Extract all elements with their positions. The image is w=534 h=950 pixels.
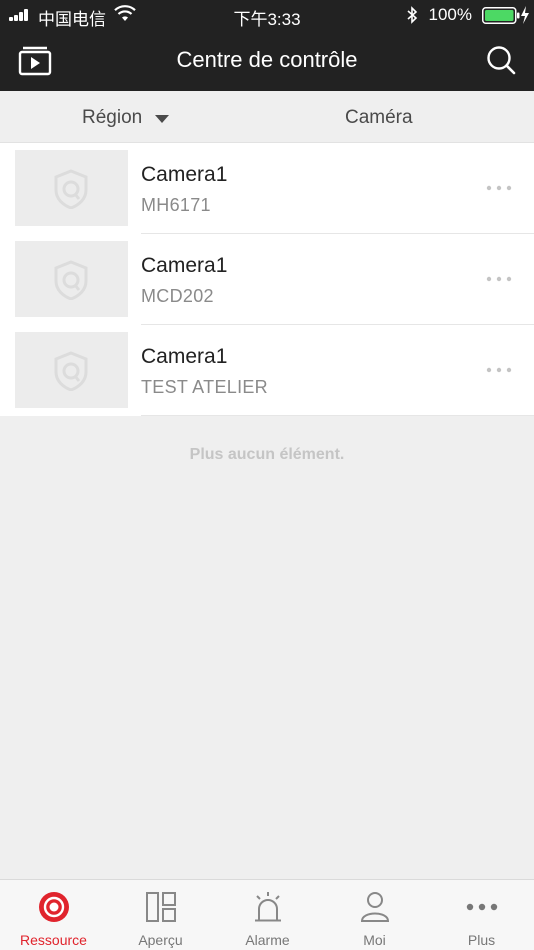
more-options-icon[interactable] (486, 363, 512, 377)
tab-plus[interactable]: Plus (428, 880, 534, 950)
device-name: Camera1 (141, 345, 228, 368)
apercu-icon (145, 892, 176, 922)
tab-moi[interactable]: Moi (321, 880, 428, 950)
charging-icon (521, 6, 529, 24)
device-thumbnail[interactable] (15, 150, 128, 226)
device-model: MCD202 (141, 286, 214, 306)
caret-down-icon[interactable] (155, 115, 169, 123)
tab-alarme[interactable]: Alarme (214, 880, 321, 950)
alarm-icon (254, 892, 281, 922)
divider (141, 415, 534, 416)
bluetooth-icon (407, 6, 418, 24)
filter-bar: Région Caméra (0, 91, 534, 143)
camera-filter[interactable]: Caméra (345, 107, 413, 129)
tab-label: Plus (467, 932, 496, 948)
tab-bar: Ressource Aperçu Alarme Moi Plus (0, 879, 534, 950)
ressource-icon (38, 892, 69, 922)
battery-icon (482, 7, 520, 24)
shield-icon (54, 260, 88, 300)
tab-label: Ressource (20, 932, 87, 948)
tab-label: Alarme (245, 932, 290, 948)
tab-apercu[interactable]: Aperçu (107, 880, 214, 950)
device-thumbnail[interactable] (15, 332, 128, 408)
empty-list-message: Plus aucun élément. (189, 446, 345, 463)
status-bar: 中国电信 下午3:33 100% (0, 0, 534, 30)
user-icon (360, 892, 389, 922)
tab-label: Moi (363, 932, 386, 948)
battery-percent: 100% (428, 5, 472, 24)
more-options-icon[interactable] (486, 272, 512, 286)
device-name: Camera1 (141, 163, 228, 186)
region-filter[interactable]: Région (82, 107, 142, 129)
device-thumbnail[interactable] (15, 241, 128, 317)
device-model: TEST ATELIER (141, 377, 268, 397)
device-row[interactable]: Camera1 TEST ATELIER (0, 325, 534, 416)
tab-label: Aperçu (138, 932, 183, 948)
device-row[interactable]: Camera1 MCD202 (0, 234, 534, 325)
shield-icon (54, 169, 88, 209)
page-title: Centre de contrôle (176, 47, 358, 72)
device-row[interactable]: Camera1 MH6171 (0, 143, 534, 234)
more-options-icon[interactable] (486, 181, 512, 195)
device-model: MH6171 (141, 195, 211, 215)
tab-ressource[interactable]: Ressource (0, 880, 107, 950)
nav-bar: Centre de contrôle (0, 30, 534, 91)
search-icon[interactable] (486, 45, 516, 75)
shield-icon (54, 351, 88, 391)
device-list: Camera1 MH6171 Camera1 MCD202 Camera1 TE… (0, 143, 534, 416)
device-name: Camera1 (141, 254, 228, 277)
more-icon (466, 903, 497, 911)
